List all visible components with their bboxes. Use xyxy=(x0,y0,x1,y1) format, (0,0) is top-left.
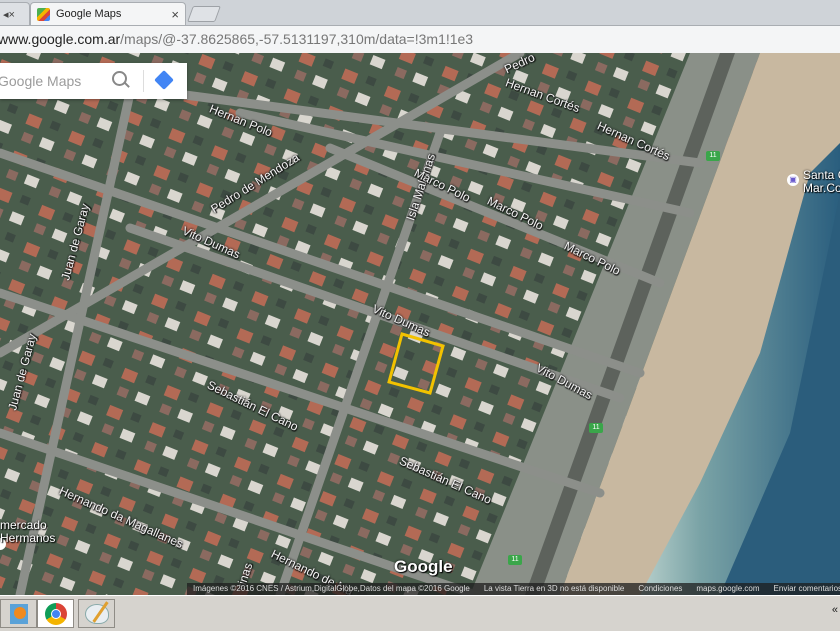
search-divider xyxy=(143,70,144,92)
tab-google-maps[interactable]: Google Maps × xyxy=(30,2,186,25)
taskbar-chrome[interactable] xyxy=(37,599,74,628)
taskbar-paint[interactable] xyxy=(78,599,115,628)
chrome-icon xyxy=(44,602,67,625)
imagery-credit: Imágenes ©2016 CNES / Astrium,DigitalGlo… xyxy=(193,584,470,593)
terms-link[interactable]: Condiciones xyxy=(638,583,682,595)
feedback-link[interactable]: Enviar comentarios xyxy=(774,583,840,595)
taskbar: « xyxy=(0,595,840,631)
search-input[interactable]: Google Maps xyxy=(0,73,81,89)
tab-close-icon[interactable]: × xyxy=(171,7,179,22)
tab-previous-label: ◂× xyxy=(3,8,15,21)
browser-tab-bar: ◂× Google Maps × xyxy=(0,0,840,26)
taskbar-expand-icon[interactable]: « xyxy=(832,604,838,616)
poi-santa-clara[interactable]: Santa C Mar.Co xyxy=(803,169,840,195)
new-tab-button[interactable] xyxy=(187,6,221,22)
url-text[interactable]: www.google.com.ar/maps/@-37.8625865,-57.… xyxy=(0,31,473,47)
tab-previous[interactable]: ◂× xyxy=(0,2,30,25)
attribution-bar: Imágenes ©2016 CNES / Astrium,DigitalGlo… xyxy=(187,583,840,595)
route-11-badge: 11 xyxy=(589,423,603,433)
shopping-bag-icon[interactable]: ▣ xyxy=(787,174,799,186)
google-logo: Google xyxy=(394,557,453,576)
tab-title: Google Maps xyxy=(56,8,122,20)
address-bar[interactable]: www.google.com.ar/maps/@-37.8625865,-57.… xyxy=(0,26,840,54)
paint-icon xyxy=(84,603,109,624)
taskbar-media-player[interactable] xyxy=(0,599,37,628)
no-3d-notice: La vista Tierra en 3D no está disponible xyxy=(483,584,625,593)
poi-mercado-hermanos[interactable]: mercado Hermanos xyxy=(0,519,55,545)
satellite-map[interactable]: Google Maps Pedro Hernan Polo Hernan Cor… xyxy=(0,53,840,595)
url-path: /maps/@-37.8625865,-57.5131197,310m/data… xyxy=(120,31,474,47)
url-host: www.google.com.ar xyxy=(0,31,121,47)
route-11-badge: 11 xyxy=(706,151,720,161)
media-player-icon xyxy=(9,603,28,624)
search-box[interactable]: Google Maps xyxy=(0,63,187,99)
google-maps-favicon-icon xyxy=(37,7,50,21)
maps-link[interactable]: maps.google.com xyxy=(696,583,759,595)
search-icon[interactable] xyxy=(112,71,127,86)
directions-icon[interactable] xyxy=(154,70,174,90)
route-11-badge: 11 xyxy=(508,555,522,565)
